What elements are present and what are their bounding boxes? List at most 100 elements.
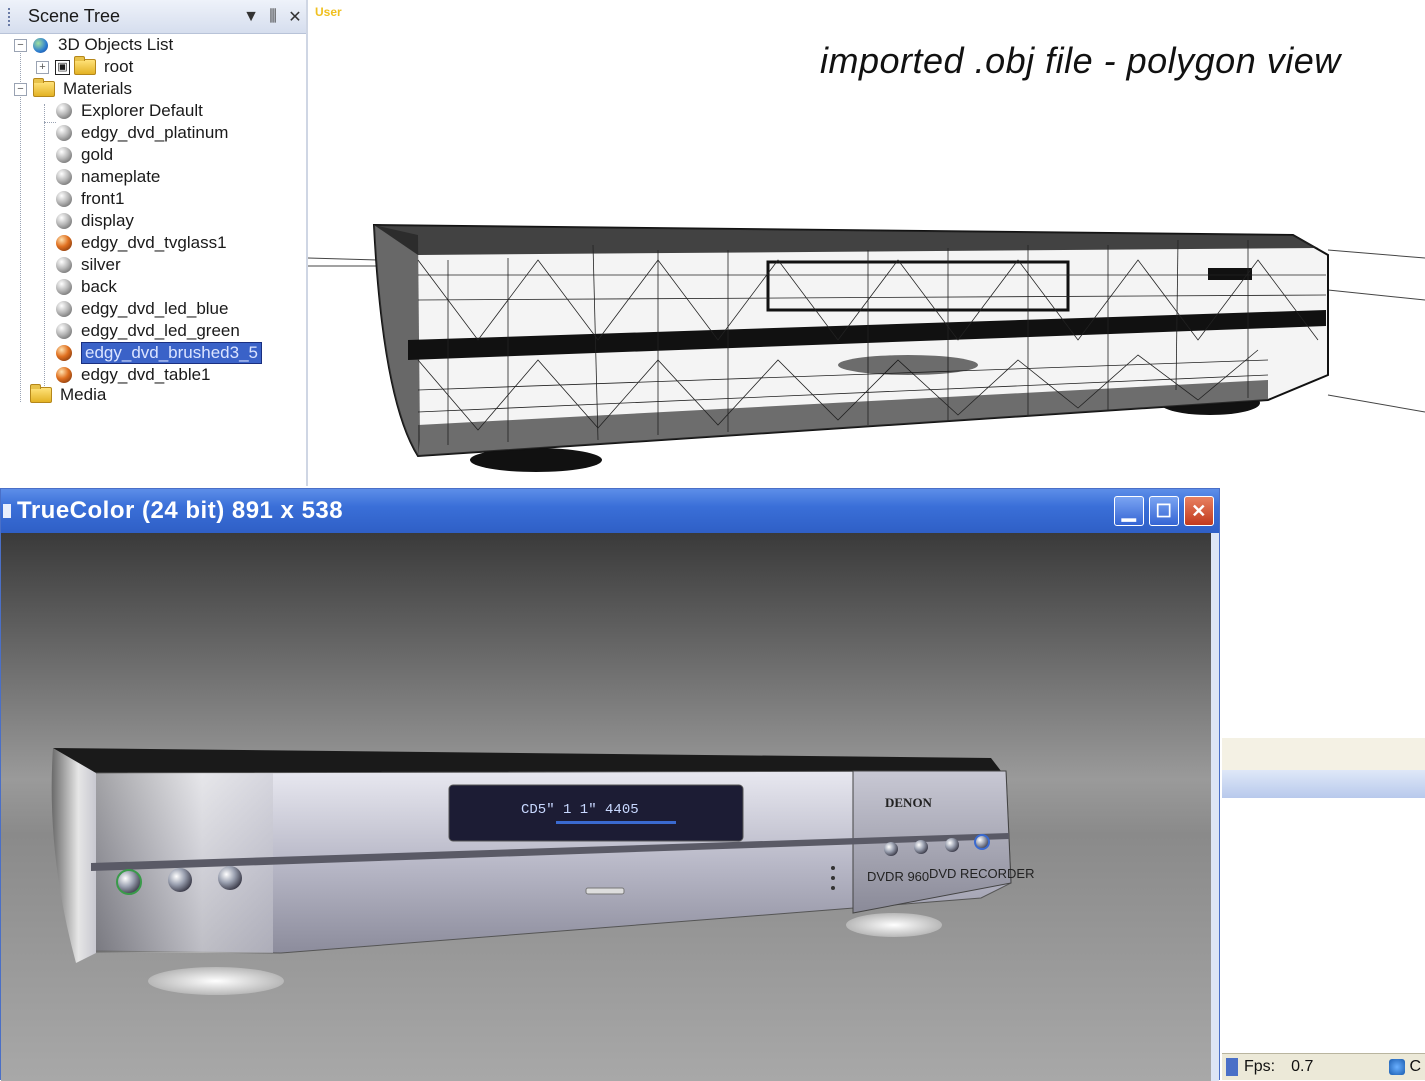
tree-node-root[interactable]: + ▣ root <box>36 56 133 78</box>
collapse-icon[interactable]: − <box>14 38 27 52</box>
tree-node-3d-objects-list[interactable]: − 3D Objects List <box>14 34 173 56</box>
globe-icon <box>33 37 48 53</box>
tree-node-label: edgy_dvd_tvglass1 <box>81 233 227 252</box>
tree-node-material[interactable]: display <box>56 210 134 232</box>
scene-tree-panel: Scene Tree ▼ ⫼ ✕ − 3D Objects List + ▣ r… <box>0 0 308 486</box>
tree-node-material[interactable]: edgy_dvd_led_green <box>56 320 240 342</box>
tree-node-label: edgy_dvd_platinum <box>81 123 229 142</box>
device-button <box>218 866 242 890</box>
status-bar: Fps: 0.7 C <box>1222 1053 1425 1080</box>
tree-node-label: 3D Objects List <box>58 35 174 54</box>
rendered-dvd-image: CD5" 1 1" 4405 DENON DVDR 960 DVD RECORD… <box>1 533 1211 1081</box>
tree-node-material[interactable]: nameplate <box>56 166 160 188</box>
tree-node-label: gold <box>81 145 114 164</box>
tree-node-label: Media <box>60 385 107 404</box>
fps-value: 0.7 <box>1291 1058 1314 1075</box>
tree-node-material[interactable]: edgy_dvd_brushed3_5 <box>56 341 263 365</box>
device-eject-slot <box>585 887 625 895</box>
orange-sphere-icon <box>56 235 72 251</box>
tree-connector <box>44 122 56 123</box>
maximize-button[interactable]: ☐ <box>1149 496 1179 526</box>
tree-node-label: edgy_dvd_table1 <box>81 365 211 384</box>
render-window-scrollbar[interactable] <box>1211 533 1219 1081</box>
tree-node-label: silver <box>81 255 121 274</box>
expand-icon[interactable]: + <box>36 60 49 74</box>
tree-node-label: root <box>104 57 134 76</box>
tree-connector <box>44 104 45 388</box>
device-button-blue <box>974 834 990 850</box>
close-icon[interactable]: ✕ <box>284 7 306 27</box>
tree-node-materials[interactable]: − Materials <box>14 78 132 100</box>
panel-grip-icon[interactable] <box>8 7 14 26</box>
tree-node-material[interactable]: silver <box>56 254 121 276</box>
grey-sphere-icon <box>56 191 72 207</box>
checkbox-icon[interactable]: ▣ <box>55 59 70 75</box>
device-button-green <box>116 869 142 895</box>
fps-label: Fps: <box>1244 1058 1276 1075</box>
pin-icon[interactable]: ⫼ <box>262 8 284 26</box>
tree-node-label: nameplate <box>81 167 161 186</box>
device-display-text: CD5" 1 1" 4405 <box>521 802 639 818</box>
tree-node-label: front1 <box>81 189 125 208</box>
tree-node-label: Explorer Default <box>81 101 203 120</box>
tree-node-material[interactable]: edgy_dvd_led_blue <box>56 298 228 320</box>
grey-sphere-icon <box>56 323 72 339</box>
grey-sphere-icon <box>56 301 72 317</box>
dropdown-icon[interactable]: ▼ <box>240 8 262 26</box>
wireframe-dvd-model[interactable] <box>308 200 1425 480</box>
grey-sphere-icon <box>56 103 72 119</box>
grey-sphere-icon <box>56 213 72 229</box>
tree-node-material[interactable]: Explorer Default <box>56 100 203 122</box>
orange-sphere-icon <box>56 367 72 383</box>
tree-node-media[interactable]: Media <box>30 384 106 406</box>
wireframe-dense-mesh <box>838 355 978 375</box>
tree-node-label: edgy_dvd_brushed3_5 <box>80 341 263 365</box>
tree-node-material[interactable]: gold <box>56 144 113 166</box>
scene-tree-header: Scene Tree ▼ ⫼ ✕ <box>0 0 306 34</box>
status-icon <box>1226 1058 1238 1076</box>
tree-node-material[interactable]: front1 <box>56 188 124 210</box>
side-panel: Fps: 0.7 C <box>1222 738 1425 1080</box>
device-button <box>168 868 192 892</box>
window-icon <box>3 504 11 518</box>
device-button <box>884 842 898 856</box>
grey-sphere-icon <box>56 147 72 163</box>
device-foot <box>846 913 942 937</box>
device-button <box>914 840 928 854</box>
viewport-view-label[interactable]: User <box>315 5 342 19</box>
device-button <box>945 838 959 852</box>
render-window[interactable]: TrueColor (24 bit) 891 x 538 ▁ ☐ ✕ CD5" … <box>0 488 1220 1081</box>
scene-tree-title: Scene Tree <box>28 6 121 26</box>
render-window-title: TrueColor (24 bit) 891 x 538 <box>17 497 344 524</box>
tree-node-material[interactable]: edgy_dvd_tvglass1 <box>56 232 227 254</box>
status-app-icon[interactable] <box>1389 1059 1406 1075</box>
viewport-caption: imported .obj file - polygon view <box>820 40 1341 81</box>
tree-node-material[interactable]: edgy_dvd_platinum <box>56 122 228 144</box>
grey-sphere-icon <box>56 257 72 273</box>
device-model: DVDR 960 <box>867 869 929 884</box>
tree-node-label: edgy_dvd_led_blue <box>81 299 229 318</box>
folder-icon <box>33 78 55 97</box>
grey-sphere-icon <box>56 169 72 185</box>
grey-sphere-icon <box>56 125 72 141</box>
grey-sphere-icon <box>56 279 72 295</box>
folder-icon <box>30 384 52 403</box>
device-type: DVD RECORDER <box>929 866 1034 881</box>
minimize-button[interactable]: ▁ <box>1114 496 1144 526</box>
collapse-icon[interactable]: − <box>14 82 27 96</box>
side-panel-titlebar <box>1222 770 1425 798</box>
tree-node-label: display <box>81 211 134 230</box>
tree-node-label: edgy_dvd_led_green <box>81 321 240 340</box>
device-foot <box>148 967 284 995</box>
render-window-titlebar[interactable]: TrueColor (24 bit) 891 x 538 ▁ ☐ ✕ <box>1 489 1219 533</box>
tree-node-material[interactable]: edgy_dvd_table1 <box>56 364 211 386</box>
close-button[interactable]: ✕ <box>1184 496 1214 526</box>
orange-sphere-icon <box>56 345 72 361</box>
tree-node-material[interactable]: back <box>56 276 117 298</box>
tree-node-label: back <box>81 277 117 296</box>
tree-node-label: Materials <box>63 79 132 98</box>
wireframe-logo <box>1208 268 1252 280</box>
device-display-bar <box>556 821 676 824</box>
status-trailing-text: C <box>1409 1058 1421 1075</box>
device-brand: DENON <box>885 795 933 810</box>
